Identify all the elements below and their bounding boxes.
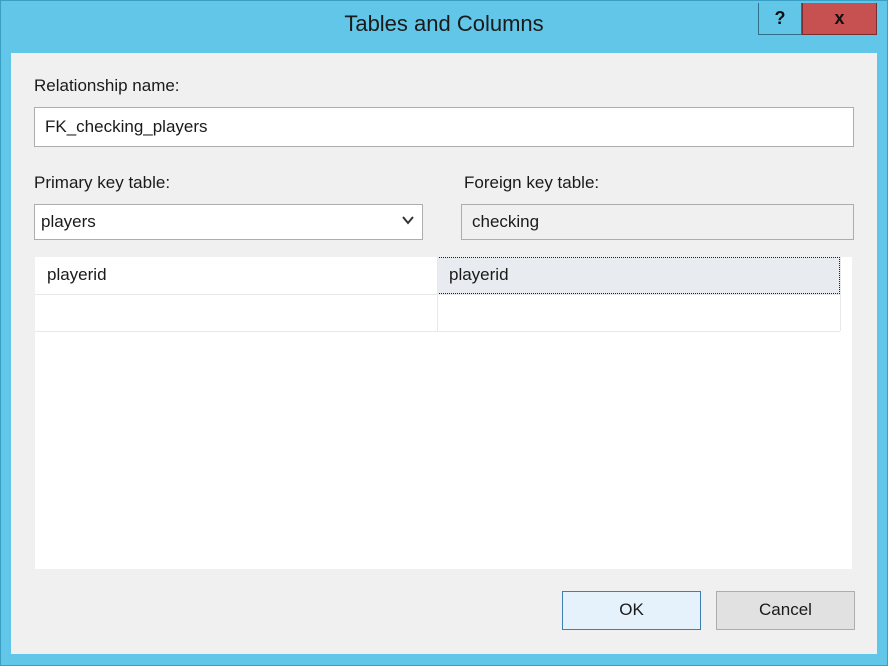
dialog-title: Tables and Columns [344, 11, 544, 36]
foreign-key-table-label: Foreign key table: [464, 173, 600, 192]
close-button[interactable]: x [802, 3, 877, 35]
grid-cell-foreign-empty[interactable] [437, 294, 840, 331]
chevron-down-icon [402, 216, 414, 225]
relationship-name-input[interactable]: FK_checking_players [34, 107, 854, 147]
grid-row-divider [35, 331, 840, 332]
cancel-button[interactable]: Cancel [716, 591, 855, 630]
tables-and-columns-dialog: Tables and Columns ? x Relationship name… [0, 0, 888, 666]
relationship-name-label: Relationship name: [34, 76, 180, 95]
foreign-key-table-field: checking [461, 204, 854, 240]
primary-key-table-label: Primary key table: [34, 173, 171, 192]
grid-column-divider [437, 257, 438, 331]
primary-key-table-value: players [41, 212, 96, 231]
dialog-body: Relationship name: FK_checking_players P… [11, 53, 877, 654]
grid-column-divider [840, 257, 841, 331]
grid-cell-primary-empty[interactable] [35, 294, 437, 331]
help-button[interactable]: ? [758, 3, 802, 35]
grid-cell-foreign-column[interactable]: playerid [437, 257, 840, 294]
ok-button[interactable]: OK [562, 591, 701, 630]
columns-grid[interactable]: playerid playerid [35, 257, 852, 569]
title-bar[interactable]: Tables and Columns ? x [1, 1, 887, 53]
grid-cell-primary-column[interactable]: playerid [35, 257, 437, 294]
primary-key-table-select[interactable]: players [34, 204, 423, 240]
